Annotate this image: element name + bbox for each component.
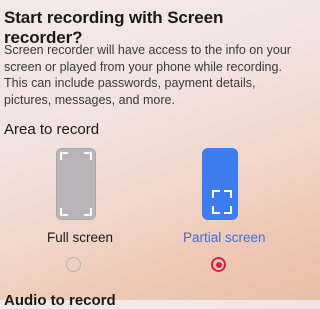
partial-screen-label[interactable]: Partial screen [183,230,266,245]
full-screen-label[interactable]: Full screen [47,230,113,245]
full-screen-preview-icon[interactable] [56,148,96,220]
partial-screen-radio[interactable] [211,257,226,272]
audio-to-record-label: Audio to record [4,292,116,309]
radio-selected-dot [215,261,222,268]
dialog-description: Screen recorder will have access to the … [4,43,291,107]
partial-screen-preview-icon[interactable] [202,148,238,220]
area-to-record-label: Area to record [4,121,100,138]
full-screen-radio[interactable] [66,257,81,272]
